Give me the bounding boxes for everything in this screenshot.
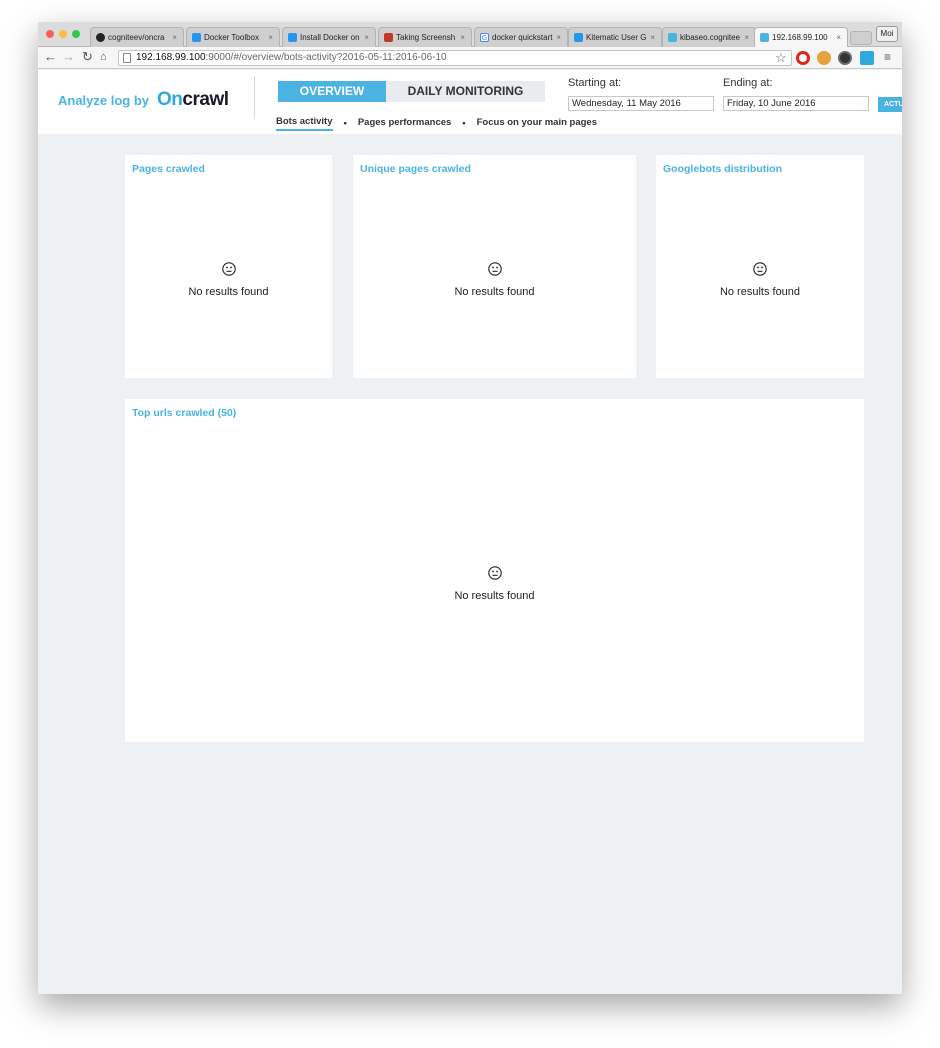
github-icon [96, 33, 105, 42]
bookmark-star-icon[interactable]: ☆ [775, 50, 787, 66]
panel-title: Googlebots distribution [663, 163, 782, 175]
subnav-bots-activity[interactable]: Bots activity [276, 116, 333, 131]
panel-title: Pages crawled [132, 163, 205, 175]
gitlab-icon [384, 33, 393, 42]
refresh-button[interactable]: ACTU [878, 97, 902, 112]
sub-navigation: Bots activity • Pages performances • Foc… [276, 116, 597, 131]
neutral-face-icon [487, 262, 502, 276]
oncrawl-icon [760, 33, 769, 42]
docker-icon [574, 33, 583, 42]
panel-title: Top urls crawled (50) [132, 407, 237, 419]
panel-unique-pages-crawled: Unique pages crawled No results found [353, 155, 636, 378]
empty-state: No results found [125, 566, 864, 602]
forward-icon[interactable]: → [62, 50, 75, 64]
subnav-separator: • [462, 118, 466, 129]
subnav-separator: • [343, 118, 347, 129]
tab-strip: cogniteev/oncra × Docker Toolbox × Insta… [38, 22, 902, 47]
no-results-text: No results found [719, 286, 801, 298]
tab-overview[interactable]: OVERVIEW [278, 81, 386, 102]
browser-tab[interactable]: G docker quickstart × [474, 27, 568, 47]
browser-tab-active[interactable]: 192.168.99.100 × [754, 27, 848, 47]
google-icon: G [480, 33, 489, 42]
brand: Analyze log by Oncrawl [58, 89, 229, 111]
main-tabs: OVERVIEW DAILY MONITORING [278, 81, 545, 102]
start-date-label: Starting at: [568, 77, 622, 89]
menu-icon[interactable]: ≡ [884, 50, 891, 64]
address-bar[interactable]: 192.168.99.100:9000/#/overview/bots-acti… [118, 50, 792, 66]
end-date-input[interactable]: Friday, 10 June 2016 [723, 96, 869, 111]
cookie-icon[interactable] [817, 51, 831, 65]
end-date-label: Ending at: [723, 77, 773, 89]
oncrawl-logo[interactable]: Oncrawl [157, 89, 229, 111]
oncrawl-extension-icon[interactable] [860, 51, 874, 65]
panel-pages-crawled: Pages crawled No results found [125, 155, 332, 378]
close-tab-icon[interactable]: × [650, 33, 655, 42]
opera-icon[interactable] [796, 51, 810, 65]
neutral-face-icon [221, 262, 236, 276]
profile-button[interactable]: Moi [876, 26, 898, 42]
browser-tab[interactable]: Kitematic User G × [568, 27, 662, 47]
zoom-window-button[interactable] [72, 30, 80, 38]
no-results-text: No results found [454, 286, 535, 298]
page-icon [123, 53, 131, 63]
browser-tab[interactable]: Docker Toolbox × [186, 27, 280, 47]
close-window-button[interactable] [46, 30, 54, 38]
close-tab-icon[interactable]: × [744, 33, 749, 42]
empty-state: No results found [656, 262, 864, 298]
close-tab-icon[interactable]: × [836, 33, 841, 42]
new-tab-button[interactable] [850, 31, 872, 45]
brand-prefix: Analyze log by [58, 93, 150, 108]
docker-icon [192, 33, 201, 42]
page-header: Analyze log by Oncrawl OVERVIEW DAILY MO… [38, 70, 902, 134]
extension-icon[interactable] [838, 51, 852, 65]
home-icon[interactable]: ⌂ [100, 50, 107, 64]
browser-tab[interactable]: Install Docker on × [282, 27, 376, 47]
browser-window: cogniteev/oncra × Docker Toolbox × Insta… [38, 22, 902, 994]
oncrawl-icon [668, 33, 677, 42]
no-results-text: No results found [188, 286, 269, 298]
reload-icon[interactable]: ↻ [82, 50, 93, 64]
close-tab-icon[interactable]: × [556, 33, 561, 42]
minimize-window-button[interactable] [59, 30, 67, 38]
subnav-focus-main-pages[interactable]: Focus on your main pages [477, 117, 597, 130]
neutral-face-icon [487, 566, 502, 580]
start-date-input[interactable]: Wednesday, 11 May 2016 [568, 96, 714, 111]
browser-tab[interactable]: cogniteev/oncra × [90, 27, 184, 47]
header-divider [254, 76, 255, 118]
panel-top-urls-crawled: Top urls crawled (50) No results found [125, 399, 864, 742]
neutral-face-icon [753, 262, 767, 276]
browser-tab[interactable]: Taking Screensh × [378, 27, 472, 47]
panel-googlebots-distribution: Googlebots distribution No results found [656, 155, 864, 378]
empty-state: No results found [353, 262, 636, 298]
no-results-text: No results found [454, 590, 535, 602]
close-tab-icon[interactable]: × [268, 33, 273, 42]
browser-tab[interactable]: kibaseo.cognitee × [662, 27, 756, 47]
back-icon[interactable]: ← [44, 50, 57, 64]
close-tab-icon[interactable]: × [364, 33, 369, 42]
subnav-pages-performances[interactable]: Pages performances [358, 117, 451, 130]
close-tab-icon[interactable]: × [172, 33, 177, 42]
tab-daily-monitoring[interactable]: DAILY MONITORING [386, 81, 545, 102]
close-tab-icon[interactable]: × [460, 33, 465, 42]
docker-icon [288, 33, 297, 42]
panel-title: Unique pages crawled [360, 163, 471, 175]
browser-toolbar: ← → ↻ ⌂ 192.168.99.100:9000/#/overview/b… [38, 47, 902, 69]
empty-state: No results found [125, 262, 332, 298]
